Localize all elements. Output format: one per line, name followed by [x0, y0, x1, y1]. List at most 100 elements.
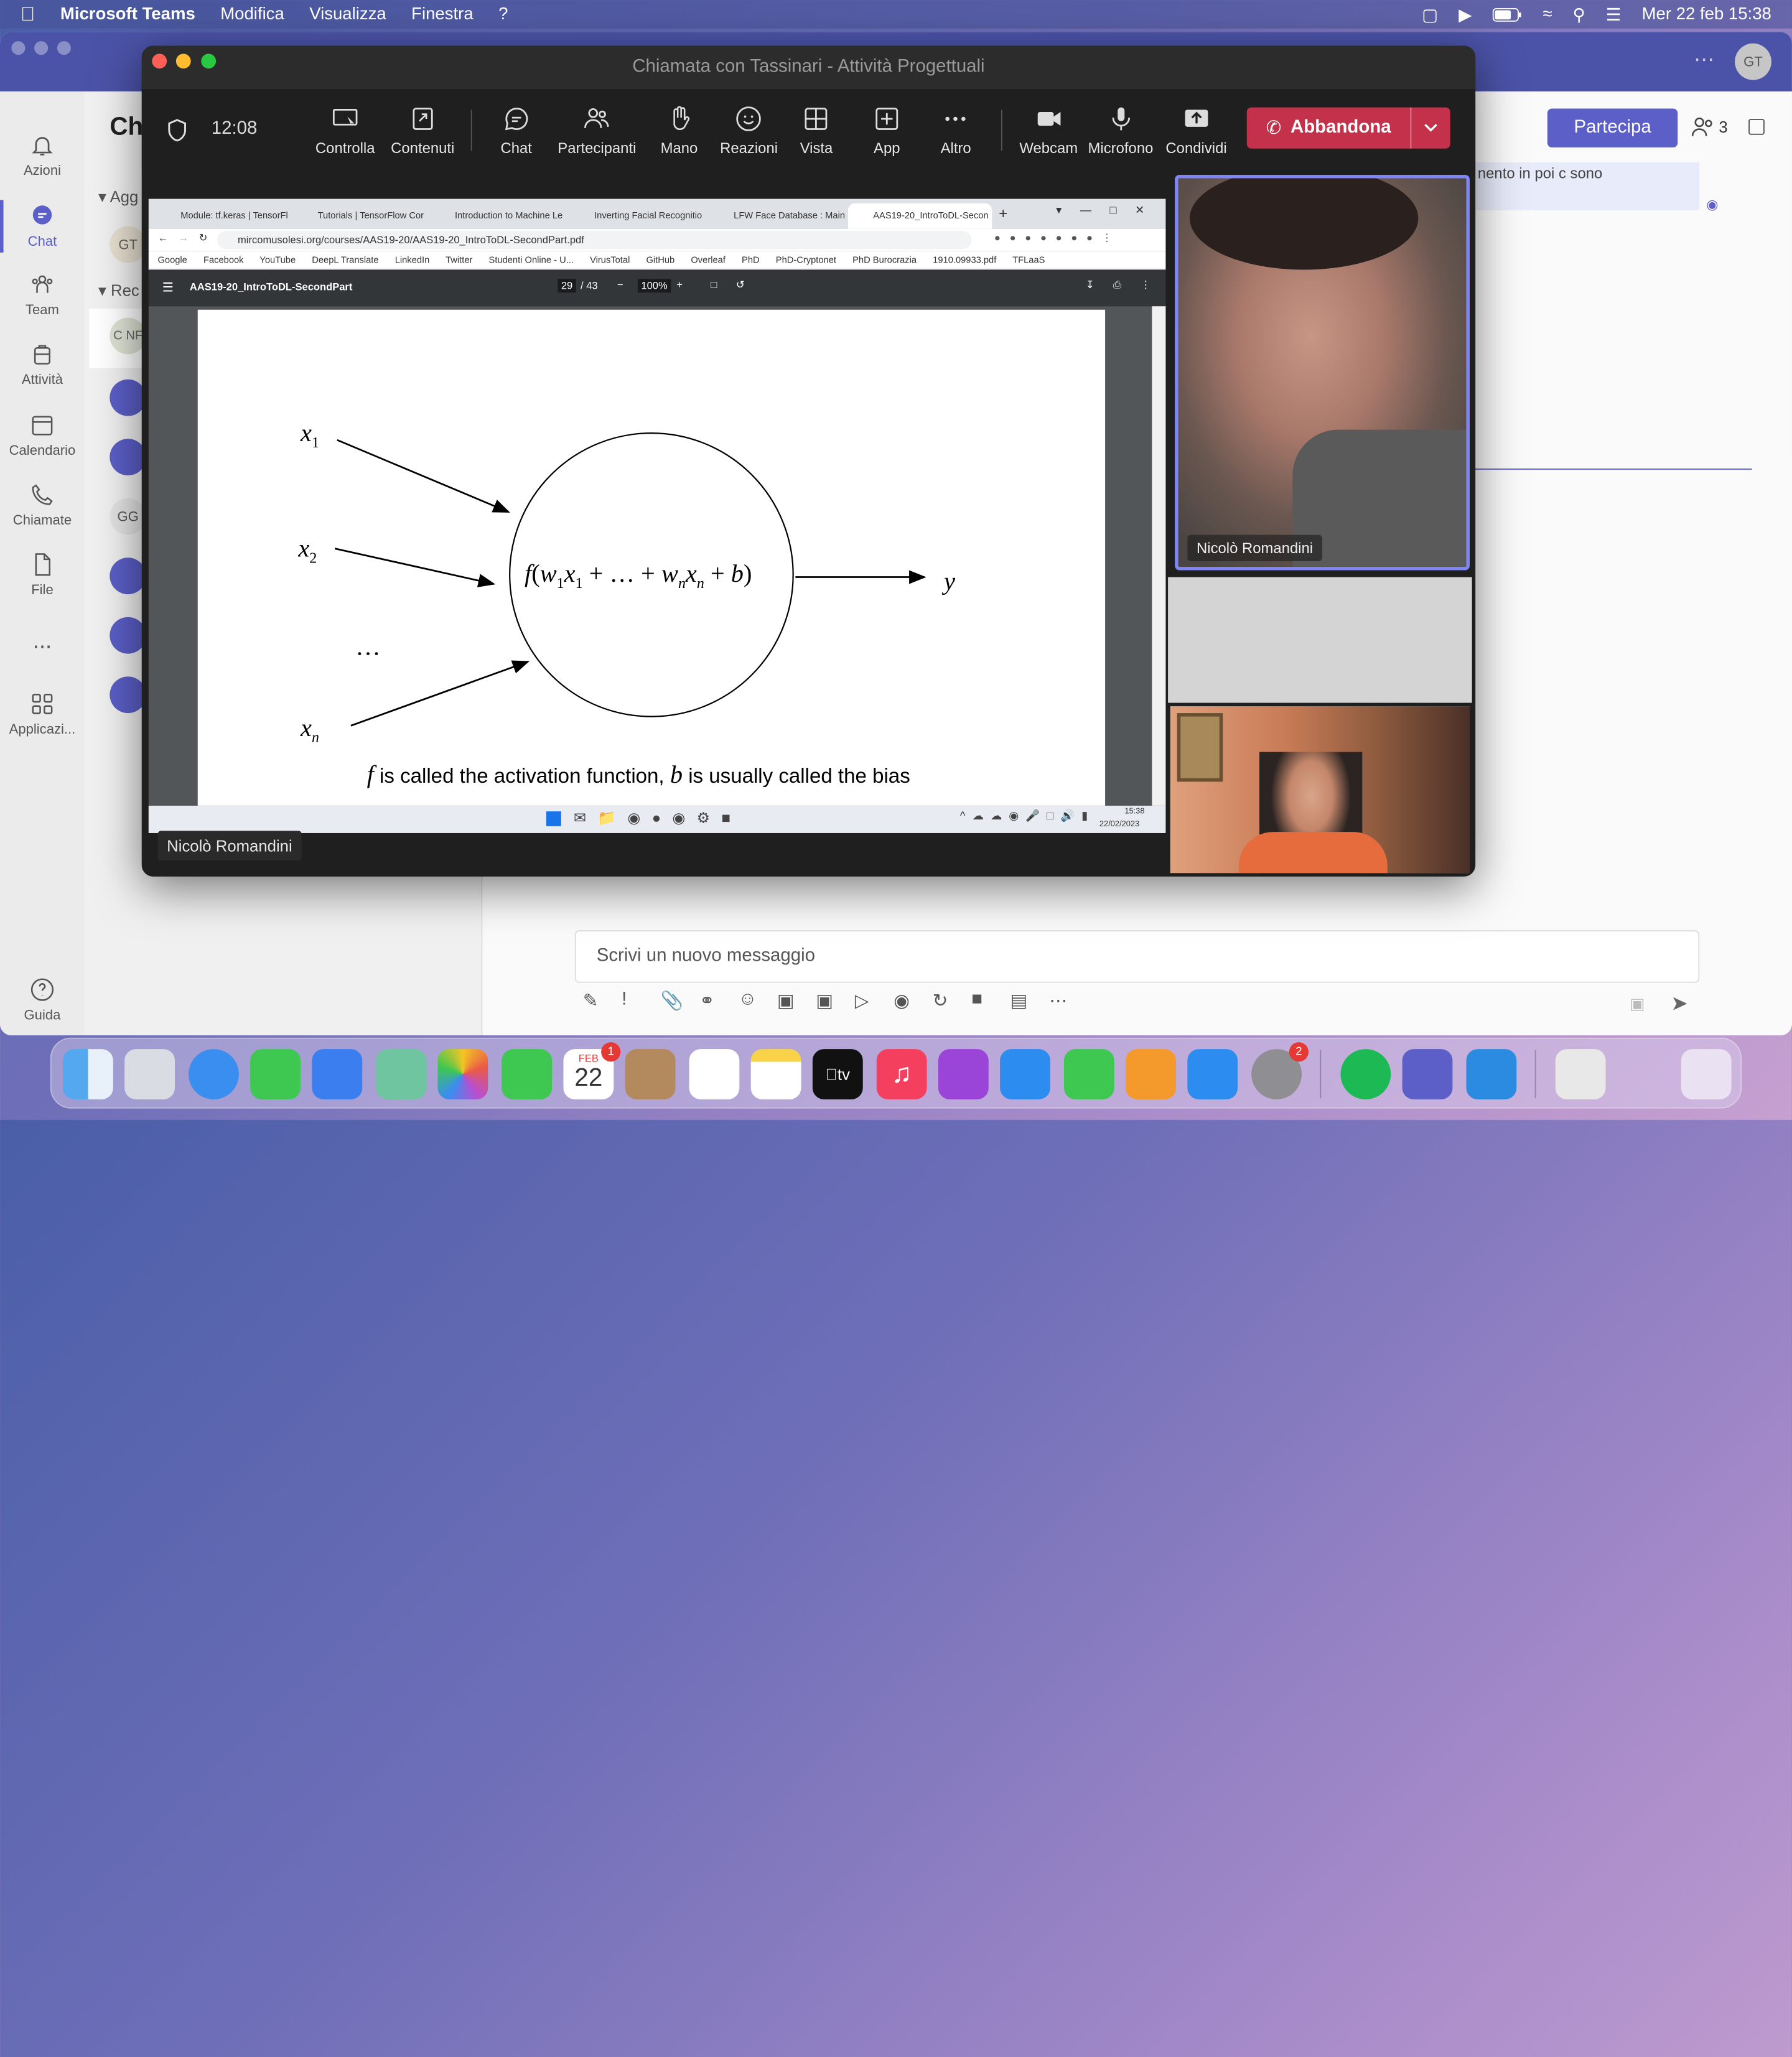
rail-azioni[interactable]: Azioni	[0, 133, 85, 179]
chat-avatar[interactable]: GT	[110, 226, 147, 263]
video-tile-self[interactable]	[1170, 706, 1470, 874]
refresh-icon[interactable]: ↻	[933, 990, 956, 1013]
taskbar-apps[interactable]: ✉📁◉●◉⚙■	[574, 809, 742, 827]
bookmark[interactable]: Twitter	[446, 255, 472, 266]
partecipa-button[interactable]: Partecipa	[1547, 108, 1678, 147]
important-icon[interactable]: !	[622, 990, 645, 1013]
leave-options-dropdown[interactable]	[1411, 123, 1450, 133]
browser-tab[interactable]: LFW Face Database : Main	[709, 203, 848, 228]
preview-icon[interactable]	[1555, 1049, 1606, 1099]
numbers-icon[interactable]	[1063, 1049, 1114, 1099]
pdf-more-icon[interactable]: ⋮	[1141, 279, 1151, 291]
bookmark[interactable]: Studenti Online - U...	[489, 255, 574, 266]
download-icon[interactable]: ↧	[1086, 279, 1094, 291]
approvals-icon[interactable]: ■	[971, 990, 994, 1013]
fit-page-icon[interactable]: □	[711, 279, 717, 290]
menu-help[interactable]: ?	[498, 4, 508, 24]
popout-icon[interactable]	[1748, 119, 1765, 135]
send-icon[interactable]: ➤	[1671, 992, 1688, 1016]
partecipanti-button[interactable]: Partecipanti	[558, 105, 636, 157]
battery-icon[interactable]	[1492, 7, 1523, 21]
bookmark[interactable]: TFLaaS	[1012, 255, 1045, 266]
search-icon[interactable]: ⚲	[1573, 4, 1585, 24]
menu-modifica[interactable]: Modifica	[220, 4, 284, 24]
zoom-level[interactable]: 100%	[637, 279, 671, 293]
participants-indicator[interactable]: 3	[1691, 116, 1728, 137]
mano-button[interactable]: Mano	[661, 105, 698, 157]
bookmark[interactable]: PhD	[742, 255, 760, 266]
chat-avatar[interactable]: GG	[110, 498, 147, 535]
music-icon[interactable]: ♫	[876, 1049, 927, 1099]
user-avatar[interactable]: GT	[1735, 43, 1771, 80]
mail-icon[interactable]	[312, 1049, 363, 1099]
nav-back-icon[interactable]: ←	[157, 232, 168, 243]
emoji-icon[interactable]: ☺	[739, 990, 762, 1013]
loop-icon[interactable]: ⚭	[699, 990, 722, 1013]
bookmark[interactable]: YouTube	[259, 255, 296, 266]
rail-more[interactable]: ...	[0, 628, 85, 655]
browser-tab[interactable]: Introduction to Machine Le	[430, 203, 569, 228]
rail-apps[interactable]: Applicazi...	[0, 691, 85, 737]
appstore-icon[interactable]	[1187, 1049, 1238, 1099]
close-window-button[interactable]	[152, 54, 167, 69]
rail-chiamate[interactable]: Chiamate	[0, 482, 85, 528]
rail-guida[interactable]: Guida	[0, 977, 85, 1023]
new-tab-icon[interactable]: +	[999, 205, 1007, 222]
browser-tab[interactable]: Inverting Facial Recognitio	[569, 203, 709, 228]
calendar-app-icon[interactable]: FEB 22 1	[563, 1042, 621, 1099]
rail-team[interactable]: Team	[0, 272, 85, 318]
stream-icon[interactable]: ▷	[855, 990, 878, 1013]
meeting-icon[interactable]	[110, 379, 147, 416]
play-status-icon[interactable]: ▶	[1458, 4, 1472, 24]
system-tray[interactable]: ^☁☁◉🎤□🔊▮	[960, 810, 1095, 823]
forms-icon[interactable]: ▤	[1010, 990, 1034, 1013]
meeting-icon[interactable]	[110, 557, 147, 595]
browser-tab[interactable]: Tutorials | TensorFlow Cor	[292, 203, 429, 228]
dictate-icon[interactable]: ▣	[1630, 994, 1645, 1014]
more-options-icon[interactable]: ⋯	[1694, 48, 1714, 72]
print-icon[interactable]: ⎙	[1113, 279, 1121, 291]
reload-icon[interactable]: ↻	[199, 232, 208, 245]
menu-app-name[interactable]: Microsoft Teams	[60, 4, 195, 24]
pages-icon[interactable]	[1126, 1049, 1176, 1099]
trash-icon[interactable]	[1681, 1049, 1732, 1099]
minimize-window-button[interactable]	[175, 54, 191, 69]
bookmark[interactable]: Facebook	[203, 255, 244, 266]
rail-file[interactable]: File	[0, 552, 85, 598]
bookmark[interactable]: Overleaf	[691, 255, 726, 266]
menu-finestra[interactable]: Finestra	[411, 4, 474, 24]
photos-icon[interactable]	[437, 1049, 488, 1099]
zoom-window-button[interactable]	[201, 54, 217, 69]
meeting-icon[interactable]	[110, 676, 147, 714]
rail-chat[interactable]: Chat	[0, 203, 85, 249]
bookmark[interactable]: VirusTotal	[590, 255, 630, 266]
appletv-icon[interactable]: tv	[812, 1049, 863, 1099]
attach-icon[interactable]: 📎	[661, 990, 684, 1013]
more-tools-icon[interactable]: ⋯	[1049, 990, 1072, 1013]
browser-tab[interactable]: Module: tf.keras | TensorFl	[156, 203, 292, 228]
contenuti-button[interactable]: Contenuti	[391, 105, 454, 157]
menu-visualizza[interactable]: Visualizza	[309, 4, 386, 24]
bookmark[interactable]: PhD Burocrazia	[852, 255, 917, 266]
reazioni-button[interactable]: Reazioni	[720, 105, 778, 157]
window-zoom-button[interactable]	[57, 41, 71, 55]
praise-icon[interactable]: ◉	[894, 990, 917, 1013]
section-header-recent[interactable]: ▾ Rec	[98, 281, 139, 301]
contacts-icon[interactable]	[625, 1049, 676, 1099]
settings-icon[interactable]: 2	[1251, 1042, 1309, 1099]
microfono-button[interactable]: Microfono	[1088, 105, 1153, 157]
window-controls-icon[interactable]: ▾—□✕	[1056, 205, 1163, 217]
message-bubble[interactable]: nento in poi c sono	[1473, 162, 1700, 210]
url-field[interactable]: mircomusolesi.org/courses/AAS19-20/AAS19…	[217, 231, 972, 250]
leave-call-button[interactable]: ✆ Abbandona	[1246, 107, 1450, 149]
section-header-pinned[interactable]: ▾ Agg	[98, 187, 138, 207]
spotify-icon[interactable]	[1340, 1049, 1391, 1099]
vista-button[interactable]: Vista	[800, 105, 833, 157]
app-button[interactable]: App	[873, 105, 900, 157]
menubar-clock[interactable]: Mer 22 feb 15:38	[1642, 4, 1771, 24]
meeting-icon[interactable]	[110, 439, 147, 476]
window-minimize-button[interactable]	[34, 41, 49, 55]
vscode-icon[interactable]	[1466, 1049, 1517, 1099]
chat-avatar[interactable]: C NF	[110, 317, 147, 355]
schedule-meeting-icon[interactable]: ▣	[816, 990, 839, 1013]
